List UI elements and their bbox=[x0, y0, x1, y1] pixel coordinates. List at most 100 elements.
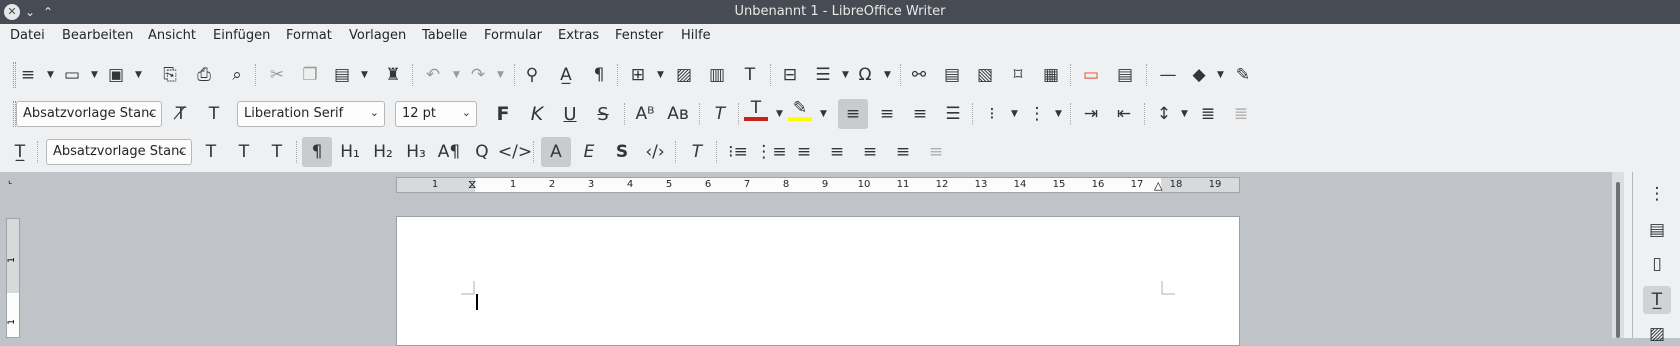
set-paragraph-style-icon[interactable]: T̲ bbox=[8, 140, 32, 164]
chevron-down-icon[interactable]: ⌄ bbox=[462, 106, 471, 119]
new-style-icon[interactable]: T bbox=[232, 140, 256, 164]
line-spacing-dropdown-icon[interactable]: ▼ bbox=[1181, 109, 1188, 119]
page-break-icon[interactable]: ⊟ bbox=[778, 63, 802, 87]
comment-icon[interactable]: ▭ bbox=[1079, 63, 1103, 87]
field-dropdown-icon[interactable]: ▼ bbox=[842, 70, 849, 80]
print-icon[interactable]: ⎙ bbox=[192, 63, 216, 87]
menu-fenster[interactable]: Fenster bbox=[615, 28, 663, 43]
paste-dropdown-icon[interactable]: ▼ bbox=[361, 70, 368, 80]
styles-icon[interactable]: T̲ bbox=[1643, 286, 1671, 314]
hyperlink-icon[interactable]: ⚯ bbox=[907, 63, 931, 87]
menu-vorlagen[interactable]: Vorlagen bbox=[349, 28, 406, 43]
special-character-icon[interactable]: Ω bbox=[853, 63, 877, 87]
subscript-icon[interactable]: Aʙ bbox=[666, 102, 690, 126]
list-roman-style-icon[interactable]: ≡ bbox=[858, 140, 882, 164]
sidebar-menu-icon[interactable]: ⋮ bbox=[1645, 182, 1669, 206]
line-icon[interactable]: — bbox=[1156, 63, 1180, 87]
menu-tabelle[interactable]: Tabelle bbox=[422, 28, 467, 43]
special-character-dropdown-icon[interactable]: ▼ bbox=[884, 70, 891, 80]
no-character-style-icon[interactable]: T bbox=[685, 140, 709, 164]
redo-dropdown-icon[interactable]: ▼ bbox=[497, 70, 504, 80]
clear-formatting-icon[interactable]: T bbox=[708, 102, 732, 126]
font-color-icon[interactable]: T bbox=[744, 98, 768, 121]
update-style-icon[interactable]: T bbox=[199, 140, 223, 164]
new-document-icon[interactable]: ≡ bbox=[16, 63, 40, 87]
emphasis-icon[interactable]: E bbox=[577, 140, 601, 164]
copy-icon[interactable]: ❐ bbox=[298, 63, 322, 87]
chevron-down-icon[interactable]: ⌄ bbox=[147, 106, 156, 119]
undo-icon[interactable]: ↶ bbox=[421, 63, 445, 87]
list-outline-style-icon[interactable]: ≡ bbox=[891, 140, 915, 164]
quotation-icon[interactable]: Q bbox=[470, 140, 494, 164]
preformatted-text-icon[interactable]: </> bbox=[498, 140, 532, 164]
justify-icon[interactable]: ☰ bbox=[941, 102, 965, 126]
table-dropdown-icon[interactable]: ▼ bbox=[657, 70, 664, 80]
horizontal-ruler[interactable]: 1 1 2 3 4 5 6 7 8 9 10 11 12 13 14 15 16… bbox=[396, 177, 1240, 193]
redo-icon[interactable]: ↷ bbox=[466, 63, 490, 87]
list-alpha-upper-style-icon[interactable]: ≡ bbox=[792, 140, 816, 164]
align-center-icon[interactable]: ≡ bbox=[875, 102, 899, 126]
insert-textbox-icon[interactable]: T bbox=[738, 63, 762, 87]
font-size-combo[interactable]: 12 pt ⌄ bbox=[395, 101, 477, 127]
strong-emphasis-icon[interactable]: S bbox=[610, 140, 634, 164]
bullet-dropdown-icon[interactable]: ▼ bbox=[1011, 109, 1018, 119]
chevron-down-icon[interactable]: ⌄ bbox=[370, 106, 379, 119]
update-style-icon[interactable]: T̸ bbox=[169, 102, 193, 126]
save-icon[interactable]: ▣ bbox=[104, 63, 128, 87]
decrease-indent-icon[interactable]: ⇤ bbox=[1112, 102, 1136, 126]
draw-icon[interactable]: ✎ bbox=[1231, 63, 1255, 87]
clear-direct-format-icon[interactable]: T bbox=[265, 140, 289, 164]
menu-format[interactable]: Format bbox=[286, 28, 332, 43]
save-dropdown-icon[interactable]: ▼ bbox=[135, 70, 142, 80]
open-icon[interactable]: ▭ bbox=[60, 63, 84, 87]
default-character-icon[interactable]: A bbox=[541, 137, 571, 167]
menu-ansicht[interactable]: Ansicht bbox=[148, 28, 196, 43]
clone-formatting-icon[interactable]: ♜ bbox=[381, 63, 405, 87]
no-list-icon[interactable]: ≡ bbox=[924, 140, 948, 164]
menu-hilfe[interactable]: Hilfe bbox=[681, 28, 711, 43]
document-page[interactable] bbox=[396, 216, 1240, 346]
heading-1-icon[interactable]: H₁ bbox=[338, 140, 362, 164]
insert-chart-icon[interactable]: ▥ bbox=[705, 63, 729, 87]
sidebar-splitter[interactable] bbox=[1624, 172, 1632, 338]
right-indent-marker-icon[interactable]: △ bbox=[1154, 180, 1162, 192]
track-changes-icon[interactable]: ▤ bbox=[1113, 63, 1137, 87]
increase-indent-icon[interactable]: ⇥ bbox=[1079, 102, 1103, 126]
align-left-icon[interactable]: ≡ bbox=[838, 99, 868, 129]
font-name-combo[interactable]: Liberation Serif ⌄ bbox=[237, 101, 385, 127]
underline-icon[interactable]: U bbox=[558, 102, 582, 126]
properties-icon[interactable]: ▤ bbox=[1645, 218, 1669, 242]
highlight-dropdown-icon[interactable]: ▼ bbox=[820, 109, 827, 119]
cut-icon[interactable]: ✂ bbox=[265, 63, 289, 87]
list-number-style-icon[interactable]: ⋮≡ bbox=[755, 140, 786, 164]
open-dropdown-icon[interactable]: ▼ bbox=[91, 70, 98, 80]
new-style-icon[interactable]: T bbox=[202, 102, 226, 126]
menu-formular[interactable]: Formular bbox=[484, 28, 542, 43]
list-alpha-lower-style-icon[interactable]: ≡ bbox=[825, 140, 849, 164]
shapes-dropdown-icon[interactable]: ▼ bbox=[1217, 70, 1224, 80]
basic-shapes-icon[interactable]: ◆ bbox=[1187, 63, 1211, 87]
chevron-down-icon[interactable]: ⌄ bbox=[177, 144, 186, 157]
formatting-marks-icon[interactable]: ¶ bbox=[587, 63, 611, 87]
insert-table-icon[interactable]: ⊞ bbox=[626, 63, 650, 87]
menu-einfuegen[interactable]: Einfügen bbox=[213, 28, 270, 43]
strikethrough-icon[interactable]: S bbox=[591, 102, 615, 126]
font-color-dropdown-icon[interactable]: ▼ bbox=[776, 109, 783, 119]
italic-icon[interactable]: K bbox=[525, 102, 549, 126]
scrollbar-thumb[interactable] bbox=[1616, 182, 1620, 338]
bookmark-icon[interactable]: ⌑ bbox=[1006, 63, 1030, 87]
line-spacing-icon[interactable]: ↕ bbox=[1152, 102, 1176, 126]
superscript-icon[interactable]: Aᴮ bbox=[633, 102, 657, 126]
vertical-ruler[interactable]: 1 1 bbox=[6, 218, 20, 338]
numbering-dropdown-icon[interactable]: ▼ bbox=[1055, 109, 1062, 119]
export-pdf-icon[interactable]: ⎘ bbox=[158, 63, 182, 87]
cross-reference-icon[interactable]: ▦ bbox=[1039, 63, 1063, 87]
default-paragraph-icon[interactable]: ¶ bbox=[302, 137, 332, 167]
endnote-icon[interactable]: ▧ bbox=[973, 63, 997, 87]
align-right-icon[interactable]: ≡ bbox=[908, 102, 932, 126]
paragraph-style-combo[interactable]: Absatzvorlage Stanc ⌄ bbox=[16, 101, 162, 127]
decrease-paragraph-spacing-icon[interactable]: ≣ bbox=[1229, 102, 1253, 126]
menu-bearbeiten[interactable]: Bearbeiten bbox=[62, 28, 133, 43]
paste-icon[interactable]: ▤ bbox=[330, 63, 354, 87]
bold-icon[interactable]: F bbox=[491, 102, 515, 126]
